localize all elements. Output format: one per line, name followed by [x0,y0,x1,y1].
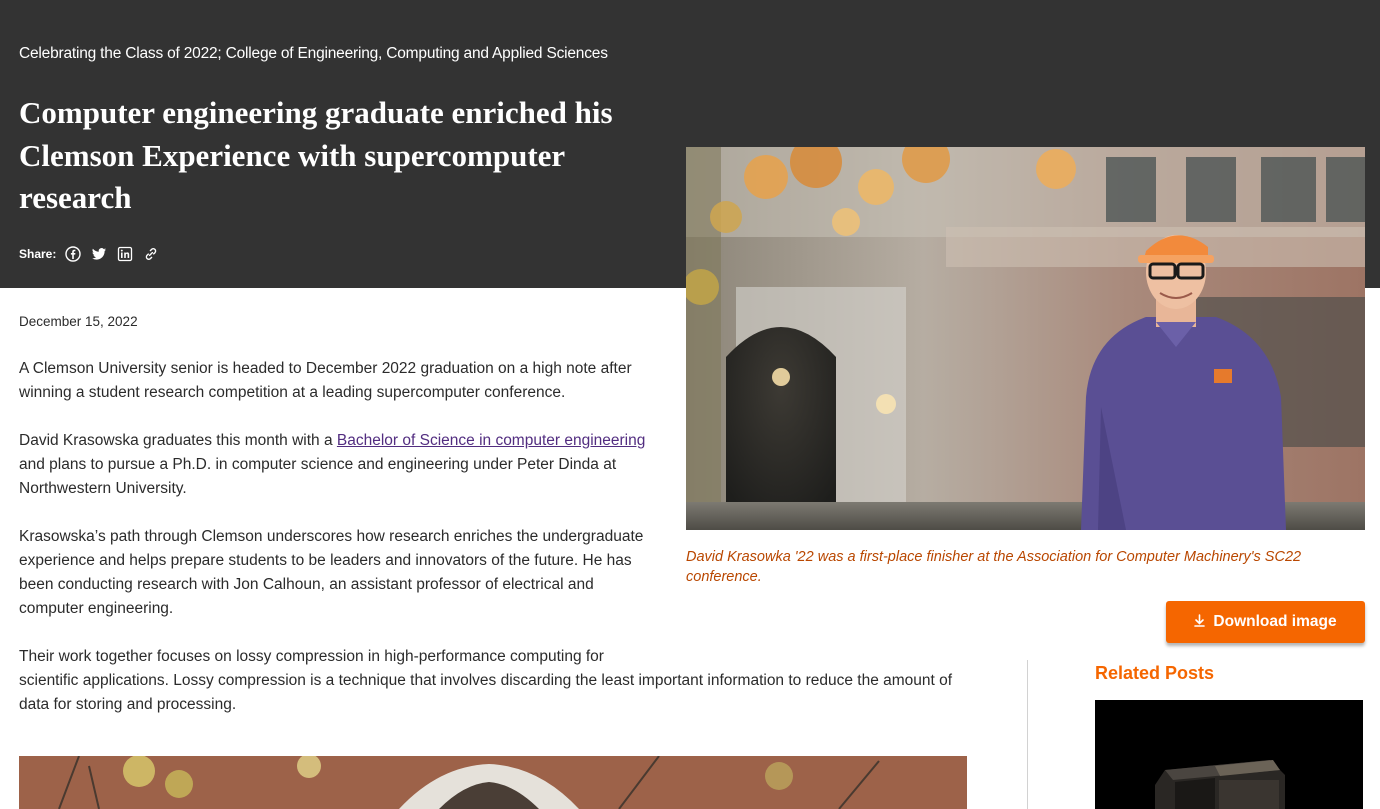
article-text: and plans to pursue a Ph.D. in computer … [19,456,617,497]
twitter-icon[interactable] [90,245,108,263]
degree-program-link[interactable]: Bachelor of Science in computer engineer… [337,432,645,449]
sidebar-divider [1027,660,1028,809]
facebook-icon[interactable] [64,245,82,263]
article-text: David Krasowska graduates this month wit… [19,432,337,449]
share-bar: Share: [19,245,168,263]
related-posts-heading: Related Posts [1095,663,1215,683]
featured-photo [686,147,1365,530]
article-date: December 15, 2022 [19,314,138,329]
related-post-thumbnail[interactable] [1095,700,1363,809]
article-paragraph: Their work together focuses on lossy com… [19,645,969,717]
linkedin-icon[interactable] [116,245,134,263]
article-eyebrow: Celebrating the Class of 2022; College o… [19,45,608,62]
article-paragraph: Krasowska’s path through Clemson undersc… [19,528,644,617]
article-title: Computer engineering graduate enriched h… [19,95,613,215]
featured-photo-caption: David Krasowka '22 was a first-place fin… [686,549,1302,585]
article-paragraph: David Krasowska graduates this month wit… [19,429,659,501]
link-icon[interactable] [142,245,160,263]
share-label: Share: [19,247,57,261]
article-paragraph: A Clemson University senior is headed to… [19,360,632,401]
download-image-label: Download image [1213,613,1337,630]
download-arrow-icon [1194,614,1206,630]
article-text: Their work together focuses on lossy com… [19,648,604,665]
article-inline-photo [19,756,967,809]
article-text: scientific applications. Lossy compressi… [19,672,953,713]
download-image-button[interactable]: Download image [1166,601,1365,643]
